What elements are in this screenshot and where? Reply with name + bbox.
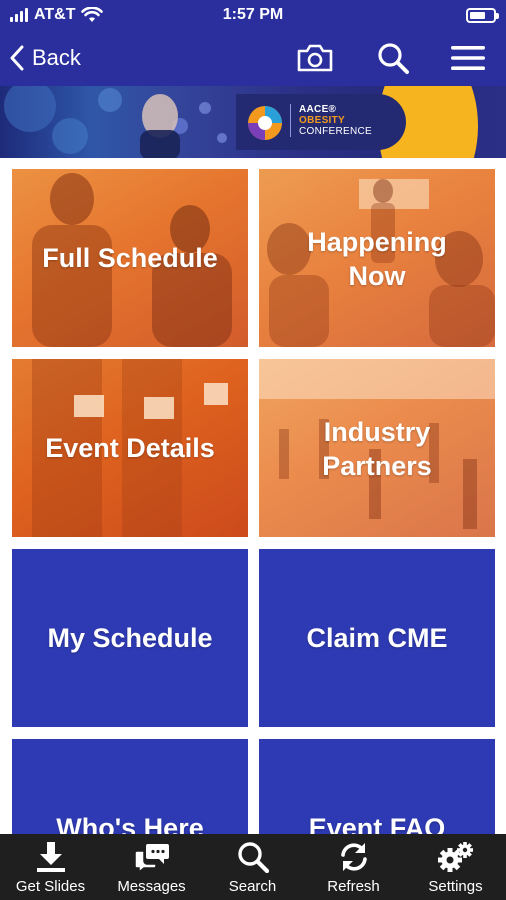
hamburger-menu-icon (451, 46, 485, 70)
menu-button[interactable] (448, 38, 488, 78)
tab-messages[interactable]: Messages (101, 834, 202, 900)
tile-label: Claim CME (306, 623, 448, 653)
search-button[interactable] (373, 38, 413, 78)
brand-obesity: OBESITY (299, 115, 345, 126)
tab-label: Get Slides (15, 878, 86, 895)
tile-label: Industry Partners (259, 415, 495, 483)
conference-logo-icon (248, 106, 282, 140)
brand-conference: CONFERENCE (299, 126, 373, 137)
download-icon (36, 842, 65, 872)
search-icon (378, 43, 409, 74)
tile-label-line-1: Happening (307, 227, 447, 257)
tile-label: Event Details (45, 433, 215, 463)
tile-label-line-1: Industry (323, 417, 431, 447)
camera-button[interactable] (295, 38, 335, 78)
banner-background-graphic (4, 86, 227, 158)
bottom-tab-bar: Get Slides Messages Search Refresh Setti… (0, 834, 506, 900)
search-icon (237, 842, 269, 873)
tile-full-schedule[interactable]: Full Schedule (12, 169, 248, 347)
back-button[interactable]: Back (10, 40, 81, 76)
tile-event-details[interactable]: Event Details (12, 359, 248, 537)
conference-banner: AACE® OBESITY CONFERENCE (0, 86, 506, 158)
tile-industry-partners[interactable]: Industry Partners (259, 359, 495, 537)
battery-icon (466, 8, 499, 23)
gears-icon (437, 842, 473, 872)
tab-label: Search (228, 878, 277, 895)
refresh-icon (340, 843, 367, 871)
tile-my-schedule[interactable]: My Schedule (12, 549, 248, 727)
tab-settings[interactable]: Settings (405, 834, 506, 900)
tab-label: Settings (428, 878, 483, 895)
tab-search[interactable]: Search (202, 834, 303, 900)
tile-label: Full Schedule (42, 243, 218, 273)
camera-icon (297, 44, 333, 72)
conference-wordmark: AACE® OBESITY CONFERENCE (290, 104, 372, 137)
tile-claim-cme[interactable]: Claim CME (259, 549, 495, 727)
tab-get-slides[interactable]: Get Slides (0, 834, 101, 900)
tab-refresh[interactable]: Refresh (303, 834, 404, 900)
status-time: 1:57 PM (222, 6, 284, 23)
battery-level (470, 12, 485, 19)
tile-label: Happening Now (259, 225, 495, 293)
status-bar: AT&T 1:57 PM (0, 0, 506, 30)
brand-aace: AACE® (299, 104, 337, 115)
tab-label: Refresh (327, 878, 380, 895)
tile-label: My Schedule (47, 623, 213, 653)
back-label: Back (32, 45, 81, 70)
tile-label-line-2: Now (348, 261, 406, 291)
tile-happening-now[interactable]: Happening Now (259, 169, 495, 347)
chevron-left-icon (10, 45, 24, 71)
chat-bubbles-icon (133, 844, 169, 872)
tile-label-line-2: Partners (322, 451, 432, 481)
tab-label: Messages (117, 878, 186, 895)
nav-bar: Back (0, 30, 506, 86)
